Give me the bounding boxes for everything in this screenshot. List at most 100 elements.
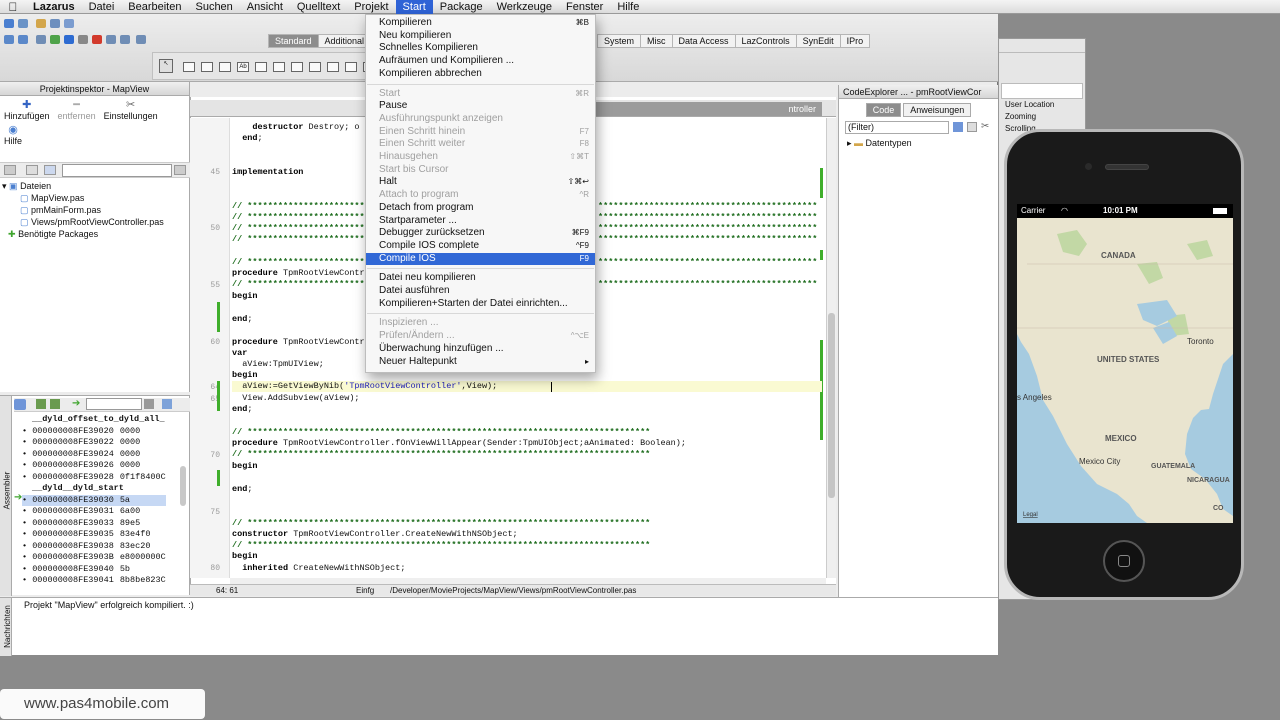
togglebox-icon[interactable] — [291, 62, 303, 72]
options-icon[interactable] — [967, 122, 977, 132]
copy-icon[interactable] — [162, 399, 172, 409]
start-menu-item[interactable]: Schnelles Kompilieren — [366, 42, 595, 55]
map-legal-link[interactable]: Legal — [1023, 512, 1038, 518]
tree-node-packages[interactable]: ✚ Benötigte Packages — [2, 228, 164, 240]
arrow-right-icon[interactable]: ➔ — [72, 398, 80, 409]
assembler-row[interactable]: • 000000008FE39020 0000 — [22, 426, 166, 438]
options-icon[interactable] — [36, 35, 46, 44]
remove-button[interactable]: ━ entfernen — [58, 98, 96, 121]
start-menu-item[interactable]: Kompilieren+Starten der Datei einrichten… — [366, 298, 595, 311]
open-icon[interactable] — [36, 19, 46, 28]
listbox-icon[interactable] — [345, 62, 357, 72]
directory-icon[interactable] — [26, 165, 38, 175]
start-menu-item[interactable]: Datei ausführen — [366, 285, 595, 298]
tree-file[interactable]: ▢ pmMainForm.pas — [2, 204, 164, 216]
palette-tab[interactable]: System — [597, 34, 642, 48]
edit-icon[interactable] — [255, 62, 267, 72]
editor-tab-active[interactable]: ntroller — [590, 102, 822, 116]
start-menu-item[interactable]: Debugger zurücksetzen ⌘F9 — [366, 227, 595, 240]
start-menu-item[interactable]: Aufräumen und Kompilieren ... — [366, 55, 595, 68]
button-icon[interactable] — [219, 62, 231, 72]
checkbox-icon[interactable] — [309, 62, 321, 72]
menu-werkzeuge[interactable]: Werkzeuge — [490, 0, 559, 14]
home-button[interactable] — [1103, 540, 1145, 582]
assembler-label-row[interactable]: __dyld_offset_to_dyld_all_ — [22, 414, 166, 426]
assembler-row[interactable]: • 000000008FE39040 5b — [22, 564, 166, 576]
pause-icon[interactable] — [78, 35, 88, 44]
assembler-row[interactable]: • 000000008FE39026 0000 — [22, 460, 166, 472]
start-menu-item[interactable]: Halt ⇧⌘↩ — [366, 176, 595, 189]
menu-app-name[interactable]: Lazarus — [26, 0, 82, 14]
assembler-row[interactable]: • 000000008FE39033 89e5 — [22, 518, 166, 530]
assembler-row[interactable]: • 000000008FE39041 8b8be823C — [22, 575, 166, 587]
start-menu-item[interactable]: Neu kompilieren — [366, 30, 595, 43]
refresh-icon[interactable] — [953, 122, 963, 132]
new-form-icon[interactable] — [18, 19, 28, 28]
memo-icon[interactable] — [273, 62, 285, 72]
menu-suchen[interactable]: Suchen — [188, 0, 239, 14]
tree-node-files[interactable]: ▾ ▣ Dateien — [2, 180, 164, 192]
palette-tab[interactable]: Data Access — [671, 34, 736, 48]
assembler-row[interactable]: • 000000008FE39022 0000 — [22, 437, 166, 449]
start-menu-item[interactable]: Pause — [366, 100, 595, 113]
address-input[interactable] — [86, 398, 142, 410]
save-all-icon[interactable] — [64, 19, 74, 28]
background-window-select[interactable] — [1001, 83, 1083, 99]
stop-icon[interactable] — [92, 35, 102, 44]
assembler-row[interactable]: • 000000008FE3903B e8000000C — [22, 552, 166, 564]
tree-node-datatypes[interactable]: ▸ ▬ Datentypen — [847, 138, 998, 149]
assembler-label-row[interactable]: __dyld__dyld_start — [22, 483, 166, 495]
clear-filter-icon[interactable] — [174, 165, 186, 175]
start-menu-item[interactable]: Überwachung hinzufügen ... — [366, 343, 595, 356]
popupmenu-icon[interactable] — [201, 62, 213, 72]
step-into-icon[interactable] — [106, 35, 116, 44]
radiobutton-icon[interactable] — [327, 62, 339, 72]
step-icon[interactable] — [64, 35, 74, 44]
start-menu-item[interactable]: Neuer Haltepunkt ▸ — [366, 356, 595, 369]
start-menu-item[interactable]: Compile IOS F9 — [366, 252, 595, 266]
menu-hilfe[interactable]: Hilfe — [610, 0, 646, 14]
refresh-icon[interactable] — [144, 399, 154, 409]
selection-tool-icon[interactable]: ↖ — [159, 59, 173, 73]
editor-vscroll[interactable] — [826, 118, 836, 578]
message-line[interactable]: Projekt "MapView" erfolgreich kompiliert… — [24, 600, 194, 610]
tree-file[interactable]: ▢ Views/pmRootViewController.pas — [2, 216, 164, 228]
palette-tab[interactable]: Additional — [317, 34, 372, 48]
toggle-form-icon[interactable] — [4, 35, 14, 44]
menu-start[interactable]: Start — [395, 0, 433, 14]
apple-icon[interactable]:  — [0, 0, 26, 14]
tab-anweisungen[interactable]: Anweisungen — [903, 103, 972, 117]
assembler-row[interactable]: • 000000008FE39028 0f1f8400C — [22, 472, 166, 484]
mainmenu-icon[interactable] — [183, 62, 195, 72]
start-menu-item[interactable]: Detach from program — [366, 202, 595, 215]
menu-projekt[interactable]: Projekt — [347, 0, 395, 14]
settings-button[interactable]: ✂ Einstellungen — [104, 98, 158, 121]
assembler-row[interactable]: • 000000008FE39031 6a00 — [22, 506, 166, 518]
scroll-thumb[interactable] — [828, 313, 835, 498]
sort-icon[interactable] — [4, 165, 16, 175]
start-menu-item[interactable]: Kompilieren abbrechen — [366, 68, 595, 81]
help-button[interactable]: ◉ Hilfe — [4, 123, 22, 146]
menu-package[interactable]: Package — [433, 0, 490, 14]
label-icon[interactable]: Ab — [237, 62, 249, 72]
palette-tab[interactable]: LazControls — [734, 34, 797, 48]
assembler-scrollbar[interactable] — [180, 466, 186, 506]
palette-tab[interactable]: IPro — [839, 34, 871, 48]
assembler-row[interactable]: • 000000008FE39035 83e4f0 — [22, 529, 166, 541]
option-user-location[interactable]: User Location — [999, 99, 1085, 111]
new-unit-icon[interactable] — [4, 19, 14, 28]
start-menu-item[interactable]: Startparameter ... — [366, 215, 595, 228]
menu-bearbeiten[interactable]: Bearbeiten — [121, 0, 188, 14]
assembler-row[interactable]: • 000000008FE39038 83ec20 — [22, 541, 166, 553]
menu-fenster[interactable]: Fenster — [559, 0, 610, 14]
start-menu-item[interactable]: Kompilieren ⌘B — [366, 17, 595, 30]
assembler-row[interactable]: • 000000008FE39030 5a — [22, 494, 166, 506]
filter-mode-icon[interactable] — [44, 165, 56, 175]
code-explorer-filter[interactable]: (Filter) — [845, 121, 949, 134]
forward-icon[interactable] — [50, 399, 60, 409]
option-zooming[interactable]: Zooming — [999, 111, 1085, 123]
tab-code[interactable]: Code — [865, 103, 902, 117]
view-units-icon[interactable] — [18, 35, 28, 44]
tree-file[interactable]: ▢ MapView.pas — [2, 192, 164, 204]
menu-quelltext[interactable]: Quelltext — [290, 0, 347, 14]
